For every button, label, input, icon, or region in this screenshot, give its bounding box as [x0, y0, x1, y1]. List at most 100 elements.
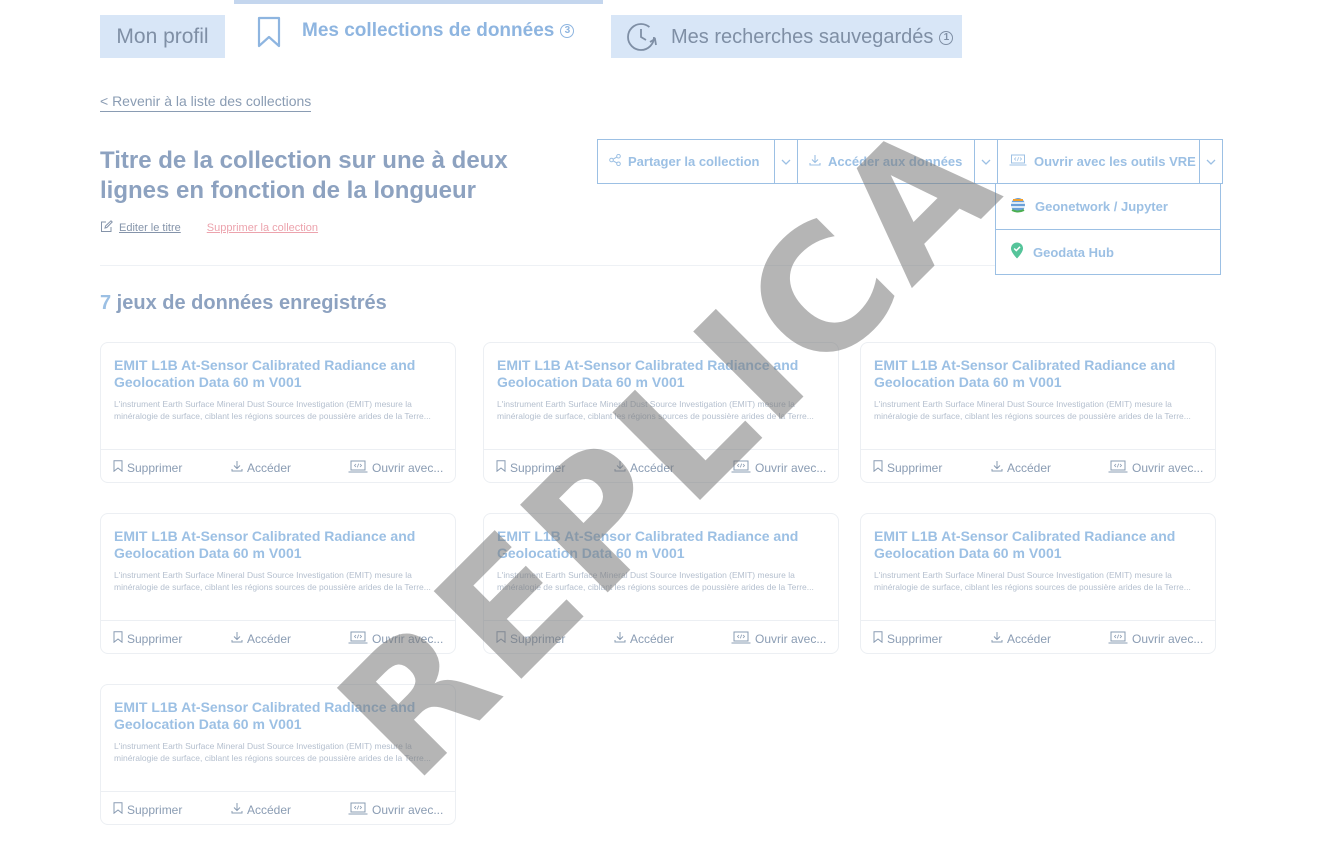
datasets-count-number: 7 [100, 292, 112, 314]
open-with-button[interactable]: Ouvrir avec... [348, 631, 443, 647]
access-dataset-label: Accéder [247, 460, 292, 475]
laptop-code-icon [731, 631, 751, 647]
active-tab-indicator [234, 0, 603, 4]
access-dataset-label: Accéder [630, 460, 675, 475]
dataset-card[interactable]: EMIT L1B At-Sensor Calibrated Radiance a… [860, 342, 1216, 483]
remove-dataset-button[interactable]: Supprimer [873, 631, 942, 646]
access-dataset-button[interactable]: Accéder [231, 631, 291, 646]
share-collection-label: Partager la collection [628, 154, 760, 169]
bookmark-icon [113, 631, 123, 646]
dataset-title[interactable]: EMIT L1B At-Sensor Calibrated Radiance a… [497, 528, 827, 562]
tab-mes-recherches[interactable]: Mes recherches sauvegardés 1 [611, 15, 962, 58]
dataset-card[interactable]: EMIT L1B At-Sensor Calibrated Radiance a… [100, 513, 456, 654]
dataset-card[interactable]: EMIT L1B At-Sensor Calibrated Radiance a… [100, 342, 456, 483]
remove-dataset-label: Supprimer [127, 802, 183, 817]
open-with-button[interactable]: Ouvrir avec... [1108, 460, 1203, 476]
remove-dataset-label: Supprimer [127, 631, 183, 646]
laptop-code-icon [1108, 460, 1128, 476]
access-dataset-button[interactable]: Accéder [991, 631, 1051, 646]
remove-dataset-button[interactable]: Supprimer [496, 460, 565, 475]
open-with-label: Ouvrir avec... [755, 632, 827, 646]
access-dataset-button[interactable]: Accéder [991, 460, 1051, 475]
tab-mes-collections[interactable]: Mes collections de données 3 [234, 0, 603, 58]
laptop-code-icon [348, 460, 368, 476]
dataset-card[interactable]: EMIT L1B At-Sensor Calibrated Radiance a… [100, 684, 456, 825]
menu-item-geonetwork-jupyter[interactable]: Geonetwork / Jupyter [996, 184, 1220, 229]
download-icon [991, 460, 1003, 475]
open-with-label: Ouvrir avec... [755, 461, 827, 475]
open-with-button[interactable]: Ouvrir avec... [731, 460, 826, 476]
title-actions: Editer le titre Supprimer la collection [100, 220, 318, 236]
tab-mes-recherches-label: Mes recherches sauvegardés [671, 26, 934, 48]
tab-mon-profil[interactable]: Mon profil [100, 15, 225, 58]
access-data-button[interactable]: Accéder aux données [798, 140, 975, 183]
datasets-count-heading: 7 jeux de données enregistrés [100, 292, 387, 315]
open-with-label: Ouvrir avec... [1132, 632, 1204, 646]
access-dataset-button[interactable]: Accéder [614, 460, 674, 475]
dataset-description: L'instrument Earth Surface Mineral Dust … [497, 399, 814, 421]
laptop-code-icon [348, 802, 368, 818]
share-dropdown-toggle[interactable] [775, 140, 797, 183]
dataset-card[interactable]: EMIT L1B At-Sensor Calibrated Radiance a… [860, 513, 1216, 654]
remove-dataset-label: Supprimer [887, 460, 943, 475]
download-icon [614, 631, 626, 646]
dataset-card-actions: Supprimer Accéder Ouvrir avec... [861, 449, 1215, 483]
download-icon [231, 631, 243, 646]
download-icon [231, 460, 243, 475]
tab-mon-profil-label: Mon profil [116, 24, 209, 48]
dataset-title[interactable]: EMIT L1B At-Sensor Calibrated Radiance a… [114, 528, 444, 562]
dataset-description: L'instrument Earth Surface Mineral Dust … [874, 570, 1191, 592]
remove-dataset-button[interactable]: Supprimer [113, 631, 182, 646]
remove-dataset-button[interactable]: Supprimer [113, 460, 182, 475]
dataset-title[interactable]: EMIT L1B At-Sensor Calibrated Radiance a… [874, 528, 1204, 562]
bookmark-icon [873, 460, 883, 475]
back-to-collections-link[interactable]: < Revenir à la liste des collections [100, 93, 312, 112]
vre-split-button: Ouvrir avec les outils VRE [998, 140, 1222, 183]
open-with-button[interactable]: Ouvrir avec... [348, 802, 443, 818]
dataset-description: L'instrument Earth Surface Mineral Dust … [497, 570, 814, 592]
access-split-button: Accéder aux données [798, 140, 998, 183]
open-vre-label: Ouvrir avec les outils VRE [1034, 154, 1196, 169]
share-collection-button[interactable]: Partager la collection [598, 140, 775, 183]
remove-dataset-button[interactable]: Supprimer [113, 802, 182, 817]
open-vre-button[interactable]: Ouvrir avec les outils VRE [998, 140, 1200, 183]
dataset-title[interactable]: EMIT L1B At-Sensor Calibrated Radiance a… [114, 357, 444, 391]
vre-dropdown-menu: Geonetwork / Jupyter Geodata Hub [995, 184, 1221, 275]
remove-dataset-button[interactable]: Supprimer [873, 460, 942, 475]
open-with-label: Ouvrir avec... [1132, 461, 1204, 475]
dataset-card-actions: Supprimer Accéder Ouvrir avec... [484, 620, 838, 654]
map-pin-check-icon [1010, 242, 1024, 262]
access-dropdown-toggle[interactable] [975, 140, 997, 183]
dataset-title[interactable]: EMIT L1B At-Sensor Calibrated Radiance a… [874, 357, 1204, 391]
vre-dropdown-toggle[interactable] [1200, 140, 1222, 183]
open-with-button[interactable]: Ouvrir avec... [348, 460, 443, 476]
bookmark-icon [113, 802, 123, 817]
access-dataset-button[interactable]: Accéder [231, 460, 291, 475]
chevron-down-icon [781, 159, 791, 165]
clock-history-icon [624, 20, 660, 59]
access-dataset-label: Accéder [247, 631, 292, 646]
dataset-card[interactable]: EMIT L1B At-Sensor Calibrated Radiance a… [483, 342, 839, 483]
dataset-card-actions: Supprimer Accéder Ouvrir avec... [101, 449, 455, 483]
bookmark-icon [496, 460, 506, 475]
edit-title-link[interactable]: Editer le titre [119, 222, 181, 234]
remove-dataset-label: Supprimer [510, 460, 566, 475]
laptop-code-icon [1009, 154, 1027, 169]
menu-item-label: Geonetwork / Jupyter [1035, 199, 1168, 214]
download-icon [991, 631, 1003, 646]
dataset-card[interactable]: EMIT L1B At-Sensor Calibrated Radiance a… [483, 513, 839, 654]
dataset-title[interactable]: EMIT L1B At-Sensor Calibrated Radiance a… [114, 699, 444, 733]
open-with-button[interactable]: Ouvrir avec... [1108, 631, 1203, 647]
share-split-button: Partager la collection [598, 140, 798, 183]
open-with-label: Ouvrir avec... [372, 632, 444, 646]
dataset-title[interactable]: EMIT L1B At-Sensor Calibrated Radiance a… [497, 357, 827, 391]
access-dataset-button[interactable]: Accéder [614, 631, 674, 646]
delete-collection-link[interactable]: Supprimer la collection [207, 222, 318, 234]
open-with-button[interactable]: Ouvrir avec... [731, 631, 826, 647]
access-dataset-button[interactable]: Accéder [231, 802, 291, 817]
dataset-description: L'instrument Earth Surface Mineral Dust … [114, 399, 431, 421]
remove-dataset-button[interactable]: Supprimer [496, 631, 565, 646]
recherches-count-badge: 1 [939, 31, 954, 45]
access-dataset-label: Accéder [630, 631, 675, 646]
menu-item-geodata-hub[interactable]: Geodata Hub [996, 229, 1220, 274]
